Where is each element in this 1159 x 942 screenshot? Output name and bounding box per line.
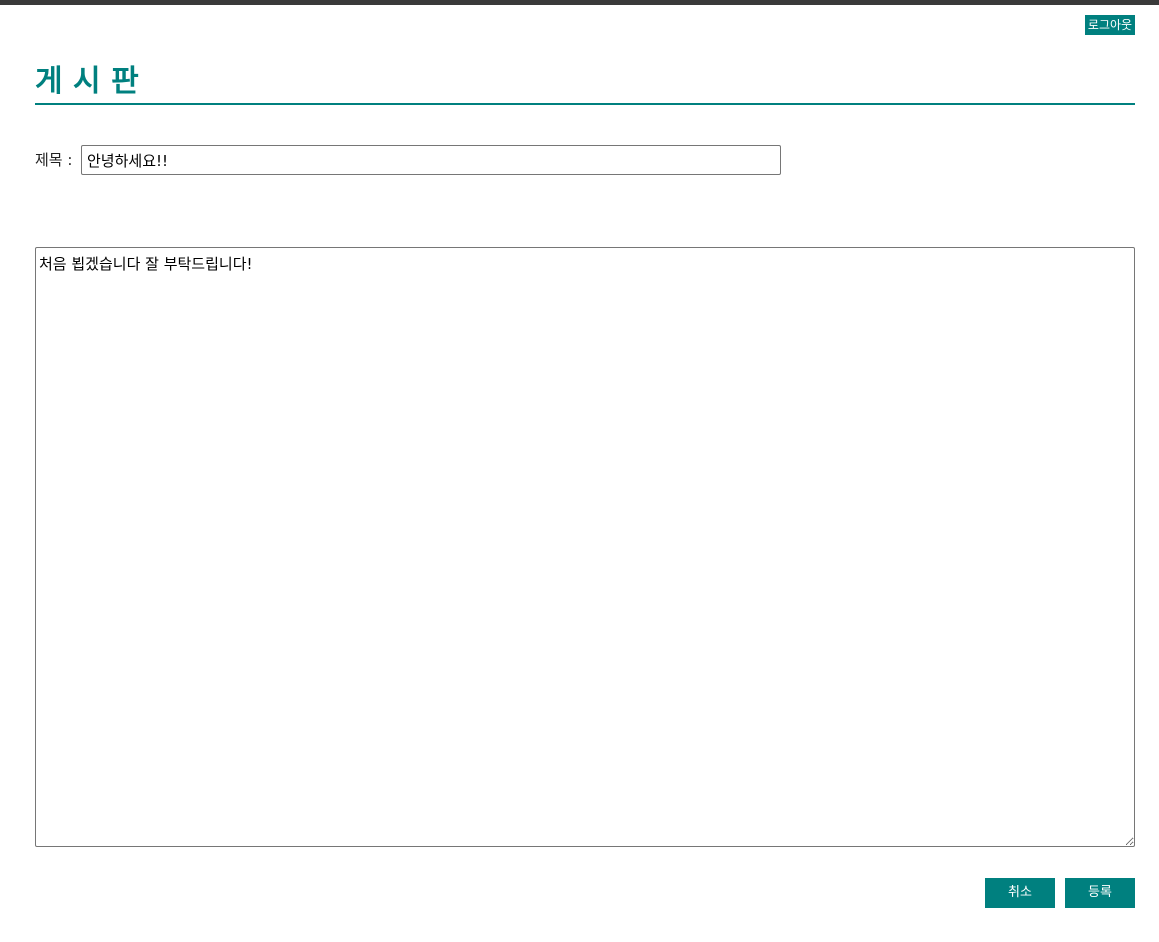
logout-button[interactable]: 로그아웃 [1085, 15, 1135, 35]
top-border [0, 0, 1159, 5]
content-textarea[interactable]: 처음 뵙겠습니다 잘 부탁드립니다! [35, 247, 1135, 847]
cancel-button[interactable]: 취소 [985, 878, 1055, 908]
subject-input[interactable] [81, 145, 781, 175]
page-title: 게 시 판 [35, 64, 139, 99]
subject-label: 제목 : [35, 151, 73, 169]
submit-button[interactable]: 등록 [1065, 878, 1135, 908]
title-divider [35, 103, 1135, 105]
